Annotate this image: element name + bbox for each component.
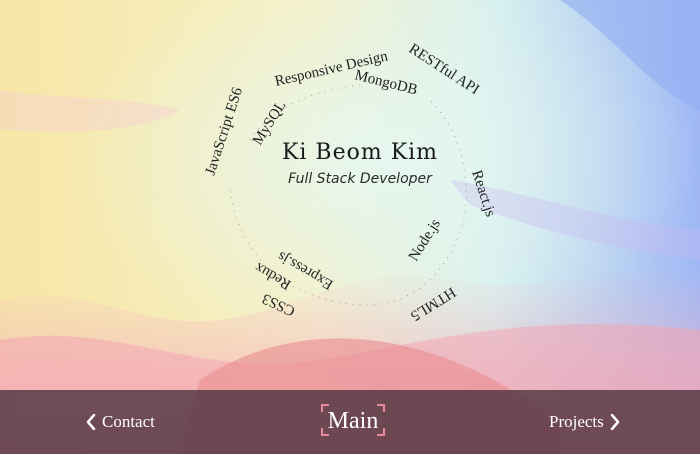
chevron-left-icon	[86, 414, 96, 430]
main-nav-label: Main	[327, 408, 379, 434]
projects-nav-label: Projects	[549, 412, 604, 431]
main-nav-button[interactable]: Main	[321, 404, 385, 436]
bottom-nav: Contact Main Projects	[0, 390, 700, 454]
profile-header: Ki Beom Kim Full Stack Developer	[0, 140, 700, 187]
contact-nav-label: Contact	[102, 412, 155, 431]
chevron-right-icon	[610, 414, 620, 430]
profile-role: Full Stack Developer	[288, 171, 432, 187]
skill-node: Node.js	[406, 216, 444, 264]
skill-html5: HTML5	[407, 284, 458, 324]
profile-name: Ki Beom Kim	[281, 140, 439, 165]
skill-ring: JavaScript ES6 MySQL Responsive Design M…	[203, 41, 499, 324]
contact-nav-button[interactable]: Contact	[86, 412, 155, 432]
skill-css3: CSS3	[260, 290, 298, 319]
skill-mongodb: MongoDB	[353, 67, 419, 98]
projects-nav-button[interactable]: Projects	[549, 412, 620, 432]
